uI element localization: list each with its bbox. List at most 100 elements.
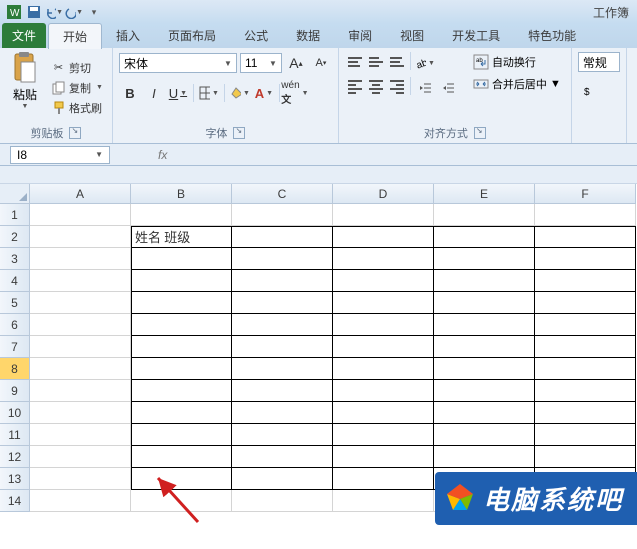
cell[interactable]	[535, 270, 636, 292]
redo-icon[interactable]: ▼	[65, 3, 83, 21]
italic-button[interactable]: I	[143, 82, 165, 104]
save-icon[interactable]	[25, 3, 43, 21]
cell[interactable]	[232, 248, 333, 270]
cell[interactable]	[131, 204, 232, 226]
col-header[interactable]: D	[333, 184, 434, 204]
phonetic-button[interactable]: wén文▼	[284, 82, 306, 104]
cell[interactable]	[131, 446, 232, 468]
cell[interactable]	[535, 336, 636, 358]
merge-center-button[interactable]: 合并后居中▼	[469, 74, 565, 94]
increase-indent-icon[interactable]	[437, 77, 459, 99]
tab-home[interactable]: 开始	[48, 23, 102, 49]
tab-data[interactable]: 数据	[282, 23, 334, 48]
cell[interactable]	[131, 292, 232, 314]
tab-insert[interactable]: 插入	[102, 23, 154, 48]
format-painter-button[interactable]: 格式刷	[48, 99, 106, 117]
cell[interactable]	[535, 358, 636, 380]
select-all-corner[interactable]	[0, 184, 30, 204]
cell[interactable]	[232, 270, 333, 292]
cell[interactable]	[30, 446, 131, 468]
cell[interactable]	[434, 402, 535, 424]
cell[interactable]	[333, 490, 434, 512]
cell[interactable]	[232, 402, 333, 424]
row-header[interactable]: 12	[0, 446, 30, 468]
align-left-icon[interactable]	[345, 77, 365, 97]
tab-formulas[interactable]: 公式	[230, 23, 282, 48]
col-header[interactable]: A	[30, 184, 131, 204]
cell[interactable]	[434, 248, 535, 270]
cell[interactable]	[30, 468, 131, 490]
cell[interactable]	[232, 314, 333, 336]
cell[interactable]	[434, 204, 535, 226]
cell[interactable]	[232, 446, 333, 468]
fx-icon[interactable]: fx	[158, 148, 167, 162]
cell[interactable]	[535, 424, 636, 446]
cell[interactable]	[131, 468, 232, 490]
cell[interactable]	[535, 402, 636, 424]
cell[interactable]	[30, 402, 131, 424]
clipboard-dialog-launcher[interactable]	[69, 127, 81, 139]
cell[interactable]	[131, 248, 232, 270]
paste-button[interactable]: 粘贴 ▼	[6, 52, 44, 123]
font-name-combo[interactable]: 宋体▼	[119, 53, 237, 73]
cell[interactable]	[434, 314, 535, 336]
cell[interactable]	[232, 424, 333, 446]
cell[interactable]	[535, 248, 636, 270]
row-header[interactable]: 8	[0, 358, 30, 380]
increase-font-icon[interactable]: A▴	[285, 52, 307, 74]
cell[interactable]	[535, 446, 636, 468]
align-top-icon[interactable]	[345, 52, 365, 72]
cell[interactable]	[131, 270, 232, 292]
row-header[interactable]: 9	[0, 380, 30, 402]
cell[interactable]	[434, 226, 535, 248]
cell[interactable]	[333, 248, 434, 270]
cell[interactable]	[232, 336, 333, 358]
cell[interactable]	[232, 292, 333, 314]
col-header[interactable]: B	[131, 184, 232, 204]
tab-view[interactable]: 视图	[386, 23, 438, 48]
wrap-text-button[interactable]: ab自动换行	[469, 52, 565, 72]
cell[interactable]	[333, 424, 434, 446]
cell[interactable]	[30, 270, 131, 292]
cell[interactable]	[232, 226, 333, 248]
tab-page-layout[interactable]: 页面布局	[154, 23, 230, 48]
currency-button[interactable]: $	[578, 80, 600, 102]
cell[interactable]	[333, 446, 434, 468]
font-color-button[interactable]: A▼	[253, 82, 275, 104]
tab-review[interactable]: 审阅	[334, 23, 386, 48]
qat-customize-icon[interactable]: ▾	[85, 3, 103, 21]
fill-color-button[interactable]: ▼	[229, 82, 251, 104]
cell[interactable]	[30, 358, 131, 380]
col-header[interactable]: C	[232, 184, 333, 204]
cell[interactable]	[535, 314, 636, 336]
cell[interactable]	[232, 468, 333, 490]
row-header[interactable]: 1	[0, 204, 30, 226]
row-header[interactable]: 2	[0, 226, 30, 248]
row-header[interactable]: 11	[0, 424, 30, 446]
copy-button[interactable]: 复制▼	[48, 79, 106, 97]
tab-file[interactable]: 文件	[2, 23, 46, 48]
cell[interactable]	[131, 380, 232, 402]
cell[interactable]	[333, 402, 434, 424]
cell[interactable]	[131, 402, 232, 424]
name-box[interactable]: I8▼	[10, 146, 110, 164]
align-right-icon[interactable]	[387, 77, 407, 97]
borders-button[interactable]: ▼	[198, 82, 220, 104]
alignment-dialog-launcher[interactable]	[474, 127, 486, 139]
cell[interactable]	[333, 204, 434, 226]
cell[interactable]	[30, 292, 131, 314]
font-dialog-launcher[interactable]	[233, 127, 245, 139]
cell[interactable]	[30, 424, 131, 446]
cell[interactable]	[232, 358, 333, 380]
cell[interactable]	[232, 490, 333, 512]
cell[interactable]	[232, 380, 333, 402]
font-size-combo[interactable]: 11▼	[240, 53, 282, 73]
cell[interactable]	[434, 270, 535, 292]
undo-icon[interactable]: ▼	[45, 3, 63, 21]
align-center-icon[interactable]	[366, 77, 386, 97]
cell[interactable]	[535, 226, 636, 248]
cell[interactable]	[30, 336, 131, 358]
cell[interactable]	[131, 424, 232, 446]
cell[interactable]	[535, 380, 636, 402]
cell[interactable]	[131, 314, 232, 336]
